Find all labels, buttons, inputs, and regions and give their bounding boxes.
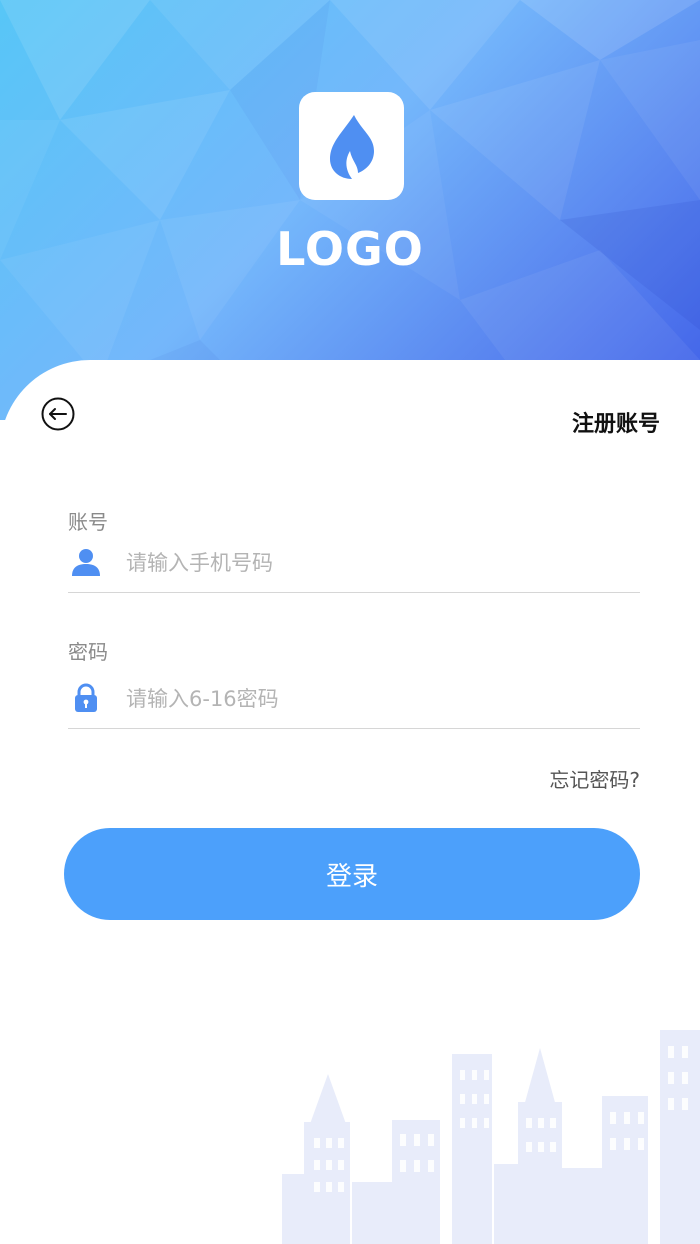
header-background [0, 0, 700, 420]
forgot-password-link[interactable]: 忘记密码? [549, 764, 640, 793]
back-arrow-icon [41, 397, 75, 431]
polygon-pattern [0, 0, 700, 420]
back-button[interactable] [40, 396, 76, 432]
login-card [0, 360, 700, 1244]
city-skyline-illustration [282, 1030, 700, 1244]
register-account-link[interactable]: 注册账号 [572, 406, 660, 438]
account-label: 账号 [68, 510, 108, 534]
account-input[interactable] [124, 540, 628, 586]
login-button[interactable]: 登录 [64, 828, 640, 920]
password-field [68, 668, 640, 729]
password-label: 密码 [68, 640, 108, 664]
app-logo [299, 92, 404, 200]
password-input[interactable] [124, 676, 628, 722]
logo-text: LOGO [276, 222, 424, 276]
lock-icon [75, 683, 97, 712]
account-field [68, 532, 640, 593]
flame-icon [329, 115, 374, 179]
user-icon [72, 549, 100, 576]
